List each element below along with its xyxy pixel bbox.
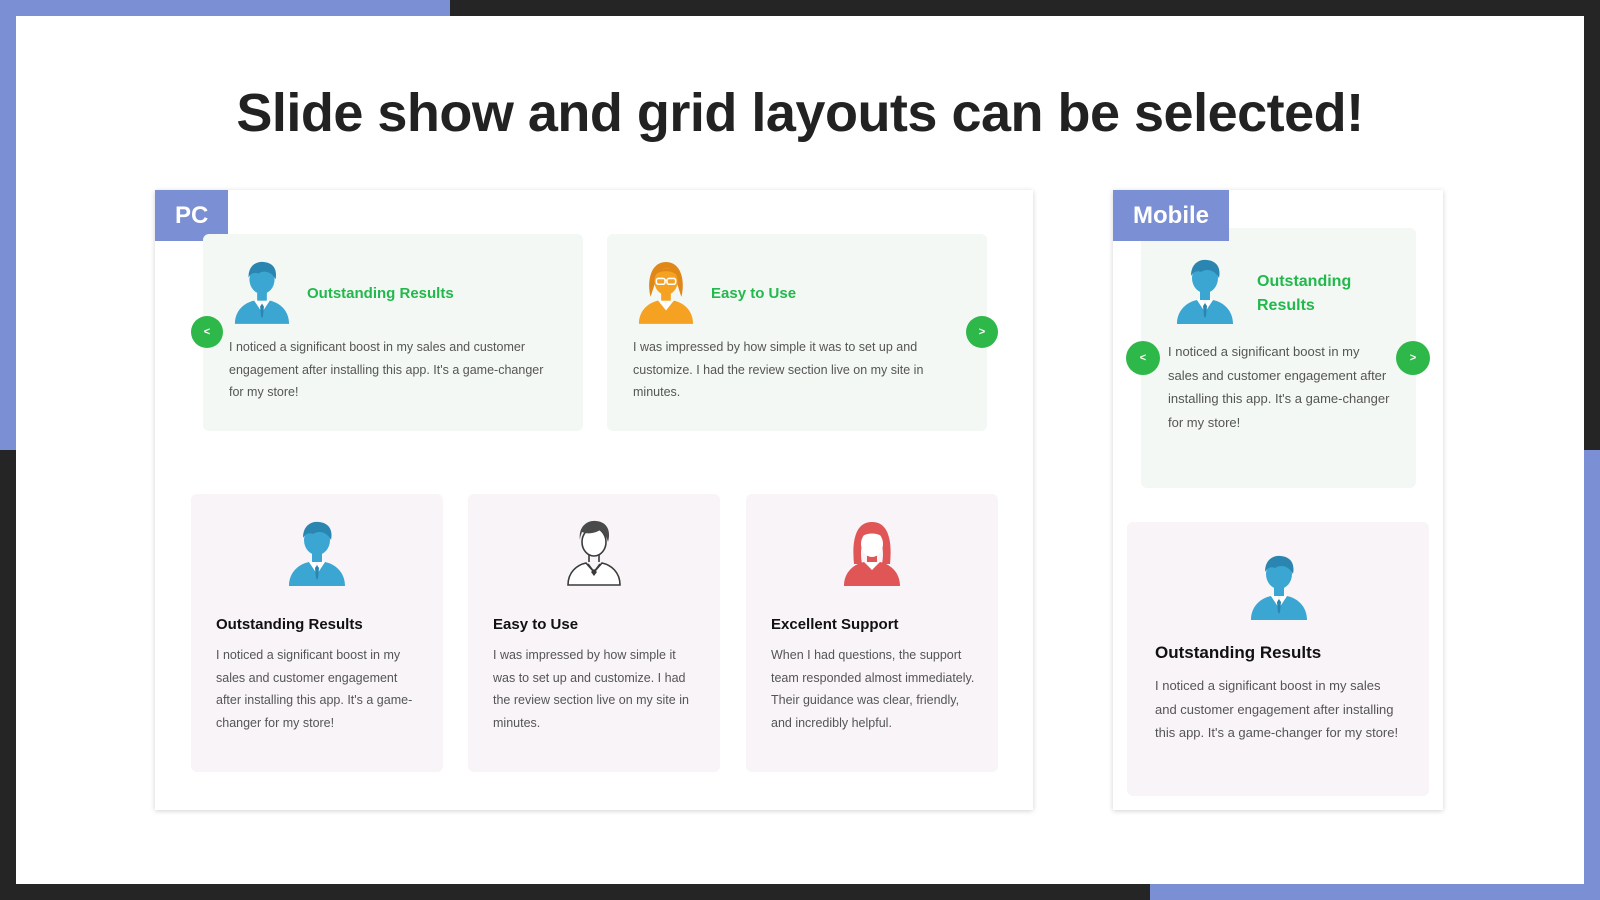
slide-text: I noticed a significant boost in my sale… (229, 340, 544, 399)
slide-next-button[interactable]: > (966, 316, 998, 348)
slide-title: Outstanding Results (1257, 273, 1352, 314)
grid-card-text: I noticed a significant boost in my sale… (216, 648, 413, 730)
grid-card-title: Outstanding Results (1155, 643, 1322, 662)
mobile-preview-panel: Outstanding Results I noticed a signific… (1113, 190, 1443, 810)
slide-card: Easy to Use I was impressed by how simpl… (607, 234, 987, 431)
grid-card-text: When I had questions, the support team r… (771, 648, 975, 730)
page-title: Slide show and grid layouts can be selec… (236, 83, 1364, 143)
grid-card: Easy to Use I was impressed by how simpl… (468, 494, 720, 772)
man-blue-avatar-icon (1175, 254, 1235, 326)
grid-card: Outstanding Results I noticed a signific… (1127, 522, 1429, 796)
man-outline-avatar-icon (564, 518, 624, 586)
mobile-slide-next-button[interactable]: > (1396, 341, 1430, 375)
grid-card: Excellent Support When I had questions, … (746, 494, 998, 772)
grid-card-title: Easy to Use (493, 616, 579, 633)
woman-orange-avatar-icon (637, 258, 695, 324)
grid-card-title: Outstanding Results (216, 616, 363, 633)
pc-preview-panel: PC Outstanding Results I noticed a signi… (155, 190, 1033, 810)
slide-card: Outstanding Results I noticed a signific… (203, 234, 583, 431)
slide-title: Outstanding Results (307, 285, 454, 302)
slide-card: Outstanding Results I noticed a signific… (1141, 228, 1416, 488)
woman-red-avatar-icon (842, 518, 902, 586)
man-blue-avatar-icon (287, 518, 347, 586)
slide-prev-button[interactable]: < (191, 316, 223, 348)
slide-text: I was impressed by how simple it was to … (633, 340, 924, 399)
man-blue-avatar-icon (233, 258, 291, 324)
mobile-tag: Mobile (1113, 190, 1229, 241)
grid-card-text: I noticed a significant boost in my sale… (1155, 678, 1399, 740)
man-blue-avatar-icon (1249, 550, 1309, 622)
grid-card-title: Excellent Support (771, 616, 899, 633)
slide-text: I noticed a significant boost in my sale… (1168, 344, 1390, 430)
grid-card: Outstanding Results I noticed a signific… (191, 494, 443, 772)
slide-title: Easy to Use (711, 285, 797, 302)
grid-card-text: I was impressed by how simple it was to … (493, 648, 689, 730)
mobile-slide-prev-button[interactable]: < (1126, 341, 1160, 375)
